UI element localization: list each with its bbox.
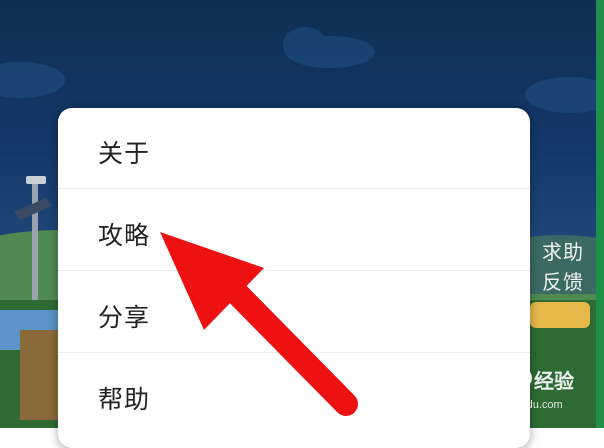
menu-item-share[interactable]: 分享 [58, 272, 530, 353]
menu-item-label: 分享 [98, 303, 151, 332]
menu-item-label: 关于 [98, 139, 151, 168]
popup-menu: 关于 攻略 分享 帮助 [58, 108, 530, 448]
paw-icon [512, 368, 532, 388]
watermark-url: jingyan.baidu.com [473, 399, 563, 411]
menu-item-about[interactable]: 关于 [58, 108, 530, 189]
watermark-brand-suffix: 经验 [534, 369, 574, 393]
menu-item-label: 攻略 [98, 221, 151, 250]
menu-item-label: 帮助 [98, 385, 151, 414]
menu-item-guide[interactable]: 攻略 [58, 190, 530, 271]
menu-item-help[interactable]: 帮助 [58, 354, 530, 435]
watermark-brand: Bai [472, 368, 506, 393]
help-label[interactable]: 求助 [542, 236, 584, 265]
baidu-jingyan-watermark: Bai 经验 jingyan.baidu.com [470, 360, 600, 416]
feedback-label[interactable]: 反馈 [542, 266, 584, 295]
